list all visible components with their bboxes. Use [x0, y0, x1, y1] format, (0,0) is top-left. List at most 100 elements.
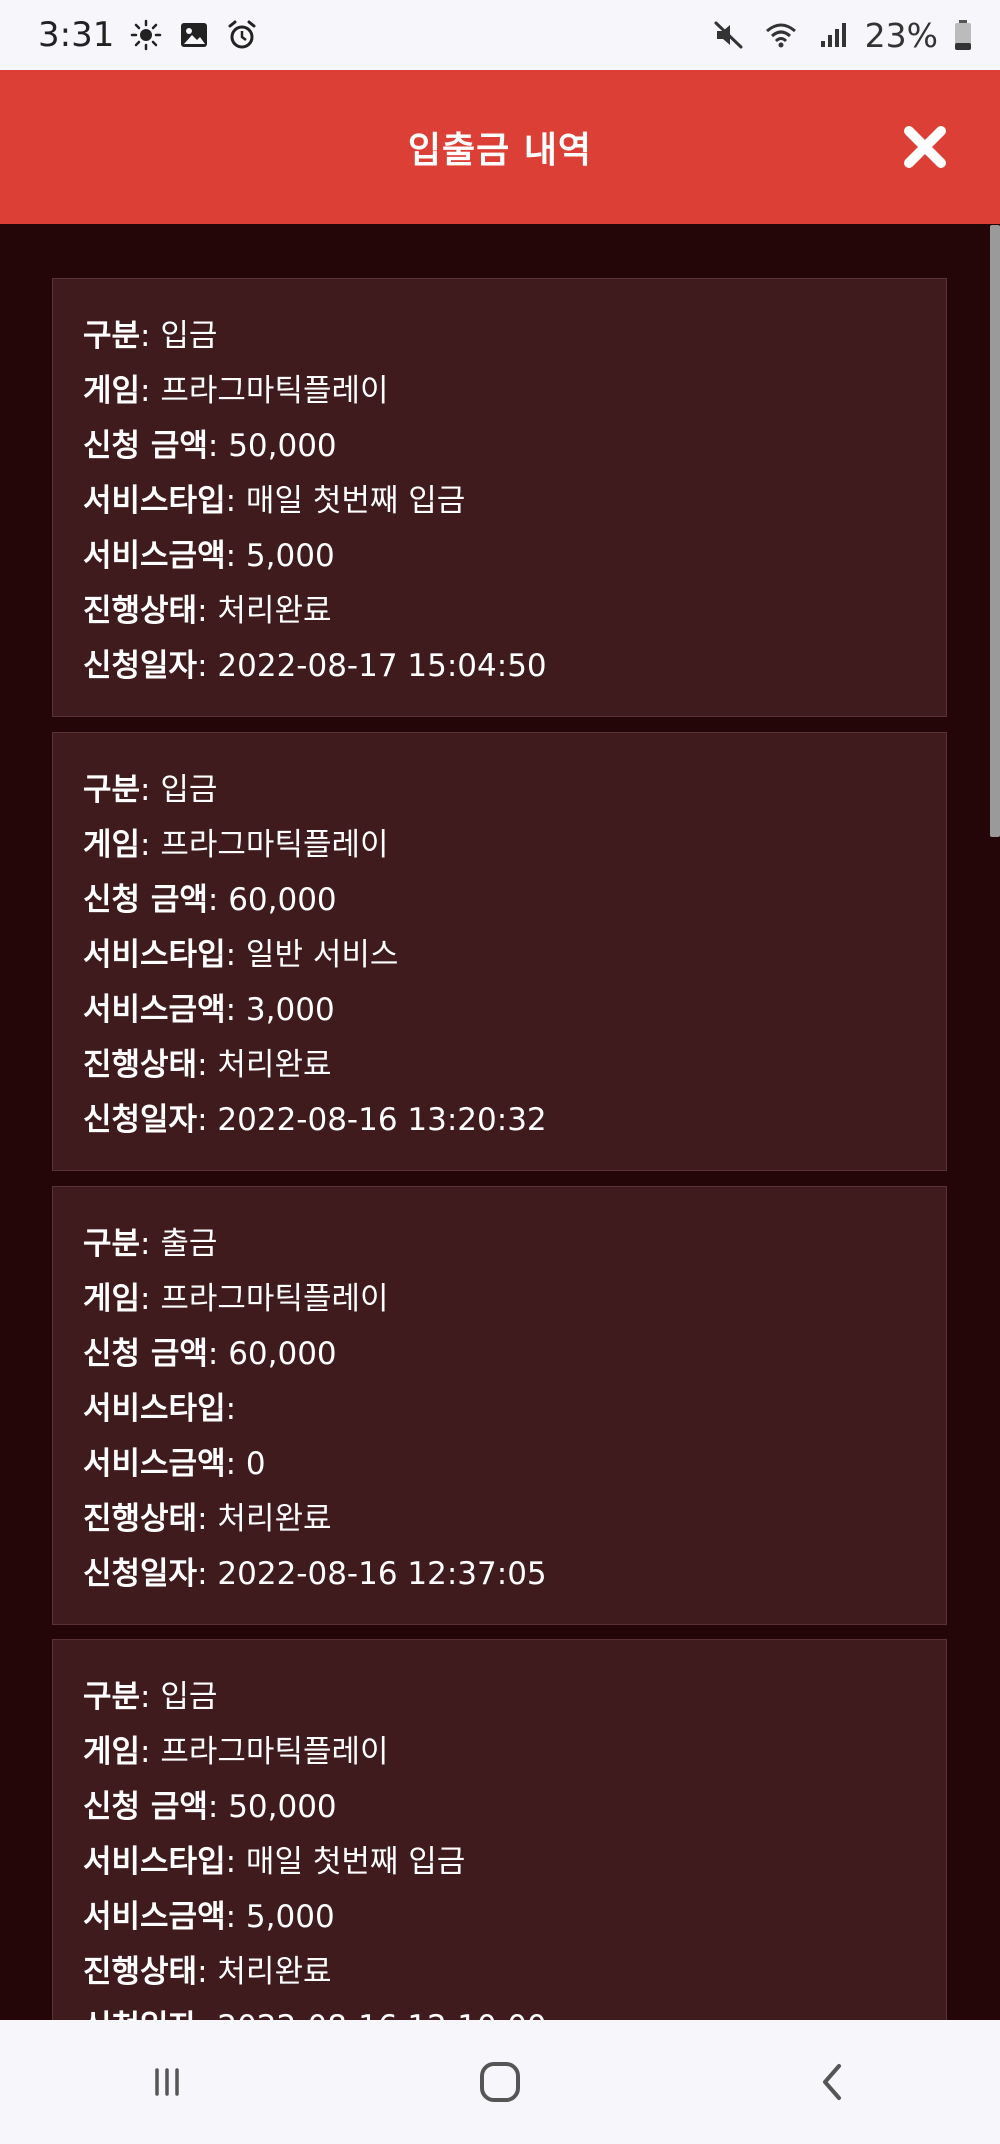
label-date: 신청일자 — [83, 2009, 197, 2020]
label-amount: 신청 금액 — [83, 1789, 208, 1825]
status-bar: 3:31 23% — [0, 0, 1000, 70]
label-status: 진행상태 — [83, 1954, 198, 1990]
battery-icon — [955, 20, 971, 50]
transaction-card: 구분: 출금 게임: 프라그마틱플레이 신청 금액: 60,000 서비스타입:… — [52, 1186, 947, 1625]
value-game: 프라그마틱플레이 — [160, 1281, 389, 1317]
label-service-amount: 서비스금액 — [83, 538, 226, 574]
value-amount: 60,000 — [228, 1336, 337, 1372]
value-type: 입금 — [160, 772, 218, 808]
field-type: 구분: 출금 — [83, 1226, 218, 1262]
scrollbar-thumb[interactable] — [990, 225, 1000, 837]
recent-apps-button[interactable] — [137, 2052, 197, 2112]
label-service-amount: 서비스금액 — [83, 1446, 226, 1482]
field-service-type: 서비스타입: 매일 첫번째 입금 — [83, 483, 466, 519]
label-service-type: 서비스타입 — [83, 1844, 226, 1880]
field-service-amount: 서비스금액: 5,000 — [83, 538, 335, 574]
home-button[interactable] — [470, 2052, 530, 2112]
label-service-type: 서비스타입 — [83, 483, 226, 519]
page-title: 입출금 내역 — [407, 130, 593, 171]
value-game: 프라그마틱플레이 — [160, 827, 389, 863]
value-status: 처리완료 — [217, 1047, 332, 1083]
status-right: 23% — [713, 16, 972, 55]
gallery-icon — [181, 23, 208, 47]
value-status: 처리완료 — [217, 593, 332, 629]
label-service-type: 서비스타입 — [83, 937, 226, 973]
header-bar: 입출금 내역 — [0, 70, 1000, 224]
label-amount: 신청 금액 — [83, 1336, 208, 1372]
field-date: 신청일자: 2022-08-16 13:20:32 — [83, 1102, 547, 1138]
label-date: 신청일자 — [83, 648, 198, 684]
value-amount: 50,000 — [228, 428, 337, 464]
status-left: 3:31 — [38, 15, 258, 55]
field-service-amount: 서비스금액: 0 — [83, 1446, 266, 1482]
field-status: 진행상태: 처리완료 — [83, 1954, 332, 1990]
label-date: 신청일자 — [83, 1556, 198, 1592]
value-status: 처리완료 — [217, 1501, 332, 1537]
field-status: 진행상태: 처리완료 — [83, 1047, 332, 1083]
transaction-card: 구분: 입금 게임: 프라그마틱플레이 신청 금액: 50,000 서비스타입:… — [52, 278, 947, 717]
field-date: 신청일자: 2022-08-16 12:37:05 — [83, 1556, 547, 1592]
field-game: 게임: 프라그마틱플레이 — [83, 1281, 389, 1317]
mute-icon — [714, 21, 743, 49]
field-service-type: 서비스타입: 매일 첫번째 입금 — [83, 1844, 466, 1880]
field-type: 구분: 입금 — [83, 772, 218, 808]
label-amount: 신청 금액 — [83, 882, 208, 918]
brightness-icon — [131, 19, 162, 51]
label-game: 게임 — [83, 1734, 141, 1770]
status-time: 3:31 — [38, 15, 115, 55]
field-amount: 신청 금액: 60,000 — [83, 1336, 337, 1372]
value-service-type: 매일 첫번째 입금 — [245, 1844, 466, 1880]
label-status: 진행상태 — [83, 1501, 198, 1537]
value-game: 프라그마틱플레이 — [160, 1734, 389, 1770]
field-service-type: 서비스타입: 일반 서비스 — [83, 937, 399, 973]
value-service-amount: 5,000 — [245, 538, 335, 574]
close-button[interactable] — [900, 122, 950, 172]
field-status: 진행상태: 처리완료 — [83, 1501, 332, 1537]
field-amount: 신청 금액: 50,000 — [83, 428, 337, 464]
field-date: 신청일자: 2022-08-17 15:04:50 — [83, 648, 547, 684]
label-service-amount: 서비스금액 — [83, 992, 226, 1028]
value-service-amount: 5,000 — [245, 1899, 335, 1935]
value-type: 입금 — [160, 1679, 218, 1715]
value-service-amount: 3,000 — [245, 992, 335, 1028]
value-game: 프라그마틱플레이 — [160, 373, 389, 409]
value-service-type: 일반 서비스 — [245, 937, 399, 973]
value-status: 처리완료 — [217, 1954, 332, 1990]
transaction-card: 구분: 입금 게임: 프라그마틱플레이 신청 금액: 50,000 서비스타입:… — [52, 1639, 947, 2020]
back-icon — [823, 2064, 842, 2100]
recent-apps-icon — [154, 2068, 179, 2096]
value-amount: 50,000 — [228, 1789, 337, 1825]
value-date: 2022-08-17 15:04:50 — [217, 648, 547, 684]
label-type: 구분 — [83, 318, 141, 354]
field-service-amount: 서비스금액: 3,000 — [83, 992, 335, 1028]
home-icon — [479, 2062, 520, 2102]
system-nav-bar — [0, 2020, 1000, 2144]
field-date: 신청일자: 2022-08-16 12:10:00 — [83, 2000, 946, 2020]
value-date: 2022-08-16 12:10:00 — [217, 2009, 546, 2020]
value-date: 2022-08-16 13:20:32 — [217, 1102, 547, 1138]
label-type: 구분 — [83, 1226, 141, 1262]
value-service-amount: 0 — [245, 1446, 266, 1482]
label-service-amount: 서비스금액 — [83, 1899, 226, 1935]
field-amount: 신청 금액: 60,000 — [83, 882, 337, 918]
back-button[interactable] — [803, 2052, 863, 2112]
value-date: 2022-08-16 12:37:05 — [217, 1556, 547, 1592]
battery-level: 23% — [864, 15, 938, 55]
field-service-amount: 서비스금액: 5,000 — [83, 1899, 335, 1935]
value-type: 출금 — [160, 1226, 218, 1262]
label-service-type: 서비스타입 — [83, 1391, 226, 1427]
value-amount: 60,000 — [228, 882, 337, 918]
label-game: 게임 — [83, 373, 141, 409]
transaction-list[interactable]: 구분: 입금 게임: 프라그마틱플레이 신청 금액: 50,000 서비스타입:… — [0, 224, 990, 2020]
field-game: 게임: 프라그마틱플레이 — [83, 373, 389, 409]
label-game: 게임 — [83, 1281, 141, 1317]
alarm-icon — [228, 20, 256, 49]
field-type: 구분: 입금 — [83, 318, 218, 354]
label-amount: 신청 금액 — [83, 428, 208, 464]
field-game: 게임: 프라그마틱플레이 — [83, 1734, 389, 1770]
label-status: 진행상태 — [83, 1047, 198, 1083]
label-type: 구분 — [83, 1679, 141, 1715]
signal-icon — [820, 23, 846, 47]
field-game: 게임: 프라그마틱플레이 — [83, 827, 389, 863]
label-status: 진행상태 — [83, 593, 198, 629]
